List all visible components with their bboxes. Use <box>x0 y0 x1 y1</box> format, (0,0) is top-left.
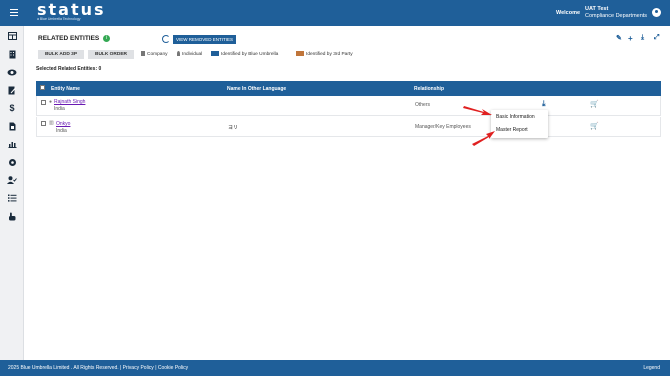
bulk-add-3p-button[interactable]: BULK ADD 3P <box>38 50 84 59</box>
legend-individual: Individual <box>177 51 202 57</box>
building-icon: ▥ <box>49 120 54 126</box>
app-logo[interactable]: status <box>37 2 106 18</box>
relationship-value: Manager/Key Employees <box>415 124 471 130</box>
add-icon[interactable]: + <box>628 34 633 43</box>
eye-icon[interactable] <box>0 66 24 78</box>
download-menu: Basic Information Master Report <box>491 110 548 138</box>
menu-item-basic-information[interactable]: Basic Information <box>496 114 535 120</box>
expand-icon[interactable]: ⤢ <box>654 34 660 42</box>
legend-link[interactable]: Legend <box>643 365 660 371</box>
download-icon[interactable]: ⤓ <box>641 34 644 42</box>
edit-document-icon[interactable] <box>0 84 24 96</box>
pencil-icon[interactable]: ✎ <box>616 34 622 42</box>
report-icon[interactable] <box>0 120 24 132</box>
row-checkbox[interactable] <box>41 100 46 105</box>
building-icon[interactable] <box>0 48 24 60</box>
column-relationship[interactable]: Relationship <box>414 86 444 92</box>
list-icon[interactable] <box>0 192 24 204</box>
user-avatar-icon[interactable] <box>652 8 661 17</box>
logo-tagline: a Blue Umbrella Technology <box>37 17 81 21</box>
hand-pointer-icon[interactable] <box>0 210 24 222</box>
footer: 2025 Blue Umbrella Limited . All Rights … <box>0 360 670 376</box>
entity-name-link[interactable]: Onkyo <box>56 121 70 127</box>
view-removed-entities-button[interactable]: VIEW REMOVED ENTITIES <box>173 35 236 44</box>
table-row: ▥ Onkyo India ヨリ Manager/Key Employees •… <box>36 117 661 137</box>
menu-item-master-report[interactable]: Master Report <box>496 127 528 133</box>
building-icon <box>141 51 145 56</box>
menu-icon[interactable] <box>10 9 18 16</box>
relationship-value: Others <box>415 102 431 108</box>
bulk-order-button[interactable]: BULK ORDER <box>88 50 134 59</box>
dashboard-icon[interactable] <box>0 30 24 42</box>
user-department: Compliance Departments <box>585 13 648 19</box>
building-person-blue-icon <box>211 51 219 56</box>
person-icon: ● <box>49 99 53 105</box>
settings-icon[interactable] <box>0 156 24 168</box>
page-title: RELATED ENTITIES <box>38 35 100 42</box>
other-language-value: ヨリ <box>228 125 239 131</box>
welcome-label: Welcome <box>556 10 581 16</box>
table-row: ● Rajnath Singh India Others ⤓ 🛒 <box>36 96 661 116</box>
entity-country: India <box>56 128 67 134</box>
column-entity-name[interactable]: Entity Name <box>51 86 80 92</box>
legend-third-party: Identified by 3rd Party <box>296 51 353 57</box>
red-arrow-annotation <box>472 131 495 146</box>
refresh-icon[interactable] <box>162 35 170 43</box>
sidebar: $ <box>0 26 24 360</box>
selected-count: Selected Related Entities: 0 <box>36 66 102 72</box>
top-bar: status a Blue Umbrella Technology Welcom… <box>0 0 670 26</box>
analytics-icon[interactable] <box>0 138 24 150</box>
entity-name-link[interactable]: Rajnath Singh <box>54 99 85 105</box>
column-other-language[interactable]: Name In Other Language <box>227 86 286 92</box>
cart-icon[interactable]: 🛒 <box>590 100 599 108</box>
entity-country: India <box>54 106 65 112</box>
building-person-orange-icon <box>296 51 304 56</box>
cart-icon[interactable]: 🛒 <box>590 122 599 130</box>
select-all-checkbox[interactable] <box>40 85 45 90</box>
red-arrow-annotation <box>463 106 492 115</box>
dollar-icon[interactable]: $ <box>0 102 24 114</box>
download-icon[interactable]: ⤓ <box>542 99 546 109</box>
info-icon[interactable]: i <box>103 35 110 42</box>
legend-blue-umbrella: Identified by Blue Umbrella <box>211 51 278 57</box>
person-icon <box>177 51 180 56</box>
user-check-icon[interactable] <box>0 174 24 186</box>
row-checkbox[interactable] <box>41 121 46 126</box>
table-header: Entity Name Name In Other Language Relat… <box>36 81 661 96</box>
footer-copyright[interactable]: 2025 Blue Umbrella Limited . All Rights … <box>8 365 188 371</box>
legend-company: Company <box>141 51 168 57</box>
user-name: UAT Test <box>585 6 609 12</box>
